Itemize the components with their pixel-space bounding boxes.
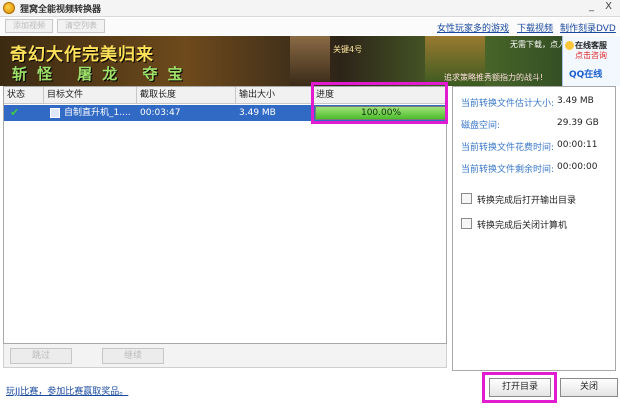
size-cell: 3.49 MB <box>239 108 276 118</box>
download-video-link[interactable]: 下载视频 <box>517 21 553 34</box>
title-bar: 狸窝全能视频转换器 _ X <box>0 0 620 17</box>
col-status[interactable]: 状态 <box>4 87 44 104</box>
open-output-dir-checkbox[interactable] <box>461 193 472 204</box>
burn-dvd-link[interactable]: 制作刻录DVD <box>560 21 616 34</box>
col-target-file[interactable]: 目标文件 <box>44 87 137 104</box>
target-file-cell: 自制直升机_1.... <box>64 108 131 118</box>
progress-highlight-box <box>311 82 448 124</box>
est-size-label: 当前转换文件估计大小: <box>461 99 555 109</box>
remaining-time-value: 00:00:00 <box>557 162 598 172</box>
qq-support-box[interactable]: 在线客服 点击咨询 QQ在线 <box>562 36 620 86</box>
games-link[interactable]: 女性玩家多的游戏 <box>437 21 509 34</box>
remaining-time-label: 当前转换文件剩余时间: <box>461 165 555 175</box>
video-file-icon <box>50 108 60 118</box>
qq-label-click-consult: 点击咨询 <box>575 51 607 60</box>
banner-key-label: 关键4号 <box>333 45 363 54</box>
skip-button[interactable]: 跳过 <box>10 348 72 364</box>
jj-contest-link[interactable]: 玩JJ比赛，参加比赛赢取奖品。 <box>6 384 128 397</box>
banner-warrior-image <box>290 36 330 86</box>
est-size-value: 3.49 MB <box>557 96 594 106</box>
shutdown-checkbox[interactable] <box>461 218 472 229</box>
window-title: 狸窝全能视频转换器 <box>20 5 102 15</box>
shutdown-label[interactable]: 转换完成后关闭计算机 <box>477 218 567 231</box>
qq-online-label: QQ在线 <box>569 70 603 80</box>
col-duration[interactable]: 截取长度 <box>137 87 236 104</box>
banner-headline: 奇幻大作完美归来 <box>10 45 154 65</box>
toolbar: 添加视频 清空列表 女性玩家多的游戏 下载视频 制作刻录DVD <box>0 18 620 35</box>
ad-banner[interactable]: 奇幻大作完美归来 斩怪 屠龙 夺宝 关键4号 无需下载，点入即玩 追求策略推秀额… <box>0 36 620 86</box>
app-logo-icon <box>3 2 15 14</box>
disk-space-value: 29.39 GB <box>557 118 599 128</box>
close-button[interactable]: 关闭 <box>560 378 618 397</box>
duration-cell: 00:03:47 <box>140 108 181 118</box>
disk-space-label: 磁盘空间: <box>461 121 501 131</box>
open-output-dir-label[interactable]: 转换完成后打开输出目录 <box>477 193 576 206</box>
add-video-button[interactable]: 添加视频 <box>5 19 53 33</box>
conversion-list: 状态 目标文件 截取长度 输出大小 进度 ✔ 自制直升机_1.... 00:03… <box>3 86 447 344</box>
elapsed-time-value: 00:00:11 <box>557 140 598 150</box>
clear-list-button[interactable]: 清空列表 <box>57 19 105 33</box>
banner-subline: 斩怪 屠龙 夺宝 <box>12 65 193 83</box>
check-icon: ✔ <box>10 106 20 119</box>
open-directory-highlight-box <box>482 372 557 403</box>
qq-avatar-icon <box>565 41 574 50</box>
elapsed-time-label: 当前转换文件花费时间: <box>461 143 555 153</box>
close-window-button[interactable]: X <box>602 2 615 14</box>
minimize-button[interactable]: _ <box>585 2 598 14</box>
banner-slogan: 追求策略推秀额指力的战斗! <box>444 73 544 82</box>
continue-button[interactable]: 继续 <box>102 348 164 364</box>
list-footer: 跳过 继续 <box>3 344 447 368</box>
col-output-size[interactable]: 输出大小 <box>236 87 313 104</box>
info-panel: 当前转换文件估计大小: 3.49 MB 磁盘空间: 29.39 GB 当前转换文… <box>452 86 616 371</box>
